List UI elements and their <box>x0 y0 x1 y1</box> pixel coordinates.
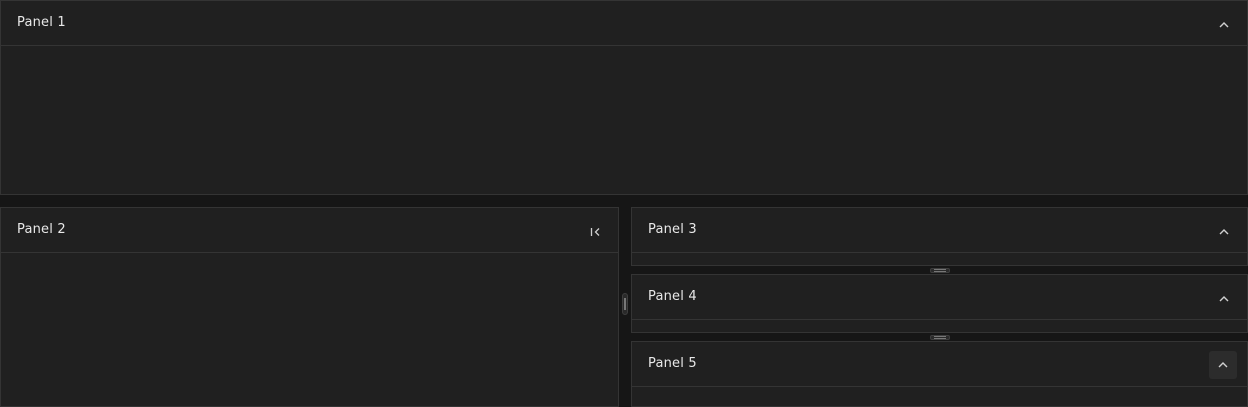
panel-2-header[interactable]: Panel 2 <box>1 208 618 253</box>
panel-5: Panel 5 <box>631 341 1248 407</box>
panel-3-title: Panel 3 <box>648 222 697 237</box>
panel-5-collapse-button[interactable] <box>1209 351 1237 379</box>
chevron-up-icon <box>1219 22 1229 28</box>
collapse-left-icon <box>590 228 600 236</box>
panel-4: Panel 4 <box>631 274 1248 333</box>
chevron-up-icon <box>1218 362 1228 368</box>
panel-3-header[interactable]: Panel 3 <box>632 208 1247 253</box>
panel-1-header[interactable]: Panel 1 <box>1 1 1247 46</box>
panel-4-header[interactable]: Panel 4 <box>632 275 1247 320</box>
panel-2-title: Panel 2 <box>17 222 66 237</box>
vertical-resize-handle[interactable] <box>622 293 628 315</box>
panel-1-collapse-button[interactable] <box>1211 12 1237 38</box>
panel-4-collapse-button[interactable] <box>1211 286 1237 312</box>
panel-5-title: Panel 5 <box>648 356 697 371</box>
chevron-up-icon <box>1219 229 1229 235</box>
panel-3: Panel 3 <box>631 207 1248 266</box>
horizontal-resize-handle-2[interactable] <box>930 335 950 340</box>
panel-4-title: Panel 4 <box>648 289 697 304</box>
chevron-up-icon <box>1219 296 1229 302</box>
panel-5-header[interactable]: Panel 5 <box>632 342 1247 387</box>
panel-3-collapse-button[interactable] <box>1211 219 1237 245</box>
panel-2-collapse-left-button[interactable] <box>582 219 608 245</box>
panel-2: Panel 2 <box>0 207 619 407</box>
horizontal-resize-handle-1[interactable] <box>930 268 950 273</box>
panel-1: Panel 1 <box>0 0 1248 195</box>
panel-1-title: Panel 1 <box>17 15 66 30</box>
